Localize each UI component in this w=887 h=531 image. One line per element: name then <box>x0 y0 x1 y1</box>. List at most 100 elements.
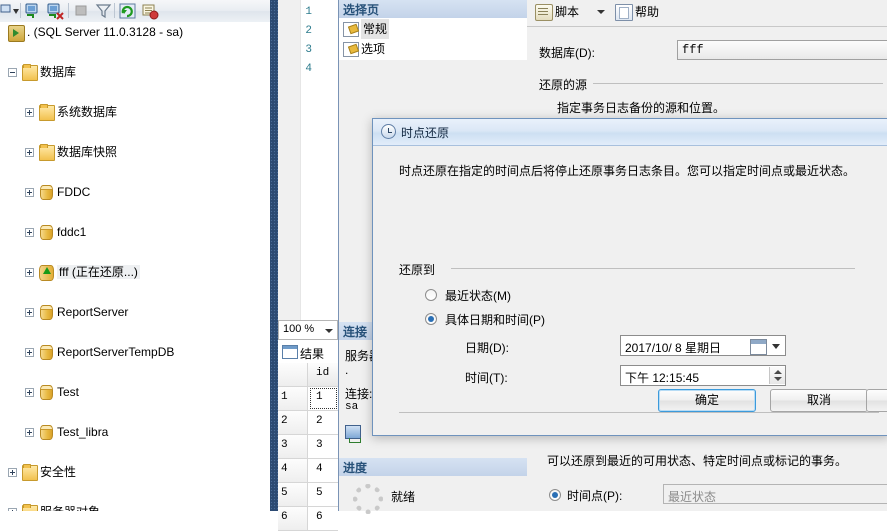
table-cell-id[interactable]: 6 <box>309 507 338 530</box>
disconnect-icon[interactable] <box>46 2 65 20</box>
chevron-down-icon[interactable] <box>772 344 780 349</box>
tree-node-label: 安全性 <box>40 465 77 479</box>
table-cell-id[interactable]: 3 <box>309 435 338 458</box>
vertical-splitter[interactable] <box>270 0 278 511</box>
page-icon <box>343 42 359 57</box>
table-cell-id[interactable]: 2 <box>309 411 338 434</box>
collapse-icon[interactable] <box>8 68 17 77</box>
database-icon <box>40 345 53 360</box>
script-button[interactable]: 脚本 <box>555 3 579 20</box>
table-row[interactable]: 22 <box>278 411 338 435</box>
tree-node[interactable]: Test_libra <box>0 422 270 442</box>
time-point-value: 最近状态 <box>663 484 887 504</box>
expand-icon[interactable] <box>25 428 34 437</box>
server-icon <box>8 25 25 42</box>
table-row[interactable]: 33 <box>278 435 338 459</box>
group-divider <box>593 83 883 84</box>
column-header-id[interactable]: id <box>309 363 338 386</box>
tree-node[interactable]: fddc1 <box>0 222 270 242</box>
expand-icon[interactable] <box>25 388 34 397</box>
expand-icon[interactable] <box>8 468 17 477</box>
row-number[interactable]: 6 <box>278 507 308 530</box>
filter-icon[interactable] <box>94 2 113 20</box>
dialog-title-bar[interactable]: 时点还原 <box>373 119 887 146</box>
row-number[interactable]: 3 <box>278 435 308 458</box>
row-number[interactable]: 2 <box>278 411 308 434</box>
row-number[interactable]: 4 <box>278 459 308 482</box>
tree-node[interactable]: ReportServer <box>0 302 270 322</box>
line-number: 2 <box>305 25 312 37</box>
footer-divider <box>399 412 879 413</box>
expand-icon[interactable] <box>25 108 34 117</box>
calendar-icon[interactable] <box>750 339 767 355</box>
object-explorer-toolbar <box>0 0 270 23</box>
grid-icon <box>282 345 298 359</box>
refresh-icon[interactable] <box>118 2 137 20</box>
chevron-down-icon[interactable] <box>597 10 605 14</box>
tab-results[interactable]: 结果 <box>278 341 338 363</box>
tree-node[interactable]: ReportServerTempDB <box>0 342 270 362</box>
tree-node[interactable]: 数据库 <box>0 62 270 82</box>
connect-dropdown-icon[interactable] <box>0 2 19 20</box>
page-item-options[interactable]: 选项 <box>343 39 385 59</box>
expand-icon[interactable] <box>25 188 34 197</box>
tree-node[interactable]: FDDC <box>0 182 270 202</box>
page-item-general[interactable]: 常规 <box>343 19 390 39</box>
source-group-label: 还原的源 <box>539 78 588 92</box>
date-picker[interactable]: 2017/10/ 8 星期日 <box>620 335 786 356</box>
cancel-button[interactable]: 取消 <box>770 389 868 412</box>
time-point-label: 时间点(P): <box>567 489 623 503</box>
row-number[interactable]: 5 <box>278 483 308 506</box>
tree-node[interactable]: Test <box>0 382 270 402</box>
table-cell-id[interactable]: 1 <box>309 387 338 410</box>
toolbar-separator <box>114 3 115 18</box>
group-divider <box>451 268 855 269</box>
spinner-up-icon[interactable] <box>774 370 782 374</box>
tree-node[interactable]: 系统数据库 <box>0 102 270 122</box>
radio-most-recent[interactable] <box>425 289 437 301</box>
point-in-time-restore-dialog: 时点还原 时点还原在指定的时间点后将停止还原事务日志条目。您可以指定时间点或最近… <box>372 118 887 436</box>
expand-icon[interactable] <box>25 348 34 357</box>
tree-node-server[interactable]: . (SQL Server 11.0.3128 - sa) <box>0 22 270 42</box>
tree-node[interactable]: fff (正在还原...) <box>0 262 270 282</box>
query-editor-panel[interactable]: 1 2 3 4 <box>278 0 338 320</box>
radio-specific-datetime[interactable] <box>425 313 437 325</box>
folder-icon <box>39 104 55 121</box>
time-picker[interactable]: 下午 12:15:45 <box>620 365 786 386</box>
editor-zoom-combo[interactable]: 100 % <box>278 320 338 340</box>
table-row[interactable]: 55 <box>278 483 338 507</box>
dialog-description: 时点还原在指定的时间点后将停止还原事务日志条目。您可以指定时间点或最近状态。 <box>399 164 856 178</box>
chevron-down-icon[interactable] <box>325 329 333 333</box>
expand-icon[interactable] <box>25 228 34 237</box>
select-page-list[interactable]: 常规 选项 <box>339 18 527 60</box>
spinner-down-icon[interactable] <box>774 377 782 381</box>
expand-icon[interactable] <box>25 308 34 317</box>
line-number: 4 <box>305 63 312 75</box>
help-button[interactable]: 帮助 <box>635 3 659 20</box>
time-spinner[interactable] <box>769 367 785 384</box>
database-icon <box>40 385 53 400</box>
expand-icon[interactable] <box>25 148 34 157</box>
expand-icon[interactable] <box>25 268 34 277</box>
table-row[interactable]: 11 <box>278 387 338 411</box>
ok-button[interactable]: 确定 <box>658 389 756 412</box>
background-dialog-button-clipped[interactable] <box>866 389 887 412</box>
object-explorer-tree[interactable]: . (SQL Server 11.0.3128 - sa) 数据库系统数据库数据… <box>0 22 270 511</box>
row-number[interactable]: 1 <box>278 387 308 410</box>
dialog-title: 时点还原 <box>401 126 450 140</box>
table-cell-id[interactable]: 4 <box>309 459 338 482</box>
script-icon[interactable] <box>140 2 159 20</box>
tree-node[interactable]: 数据库快照 <box>0 142 270 162</box>
database-input[interactable]: fff <box>677 40 887 60</box>
tree-node[interactable]: 安全性 <box>0 462 270 482</box>
script-icon[interactable] <box>535 4 553 21</box>
row-header-corner[interactable] <box>278 363 308 386</box>
connect-icon[interactable] <box>24 2 43 20</box>
tree-node-label: 数据库快照 <box>57 145 118 159</box>
radio-time-point[interactable] <box>549 489 561 501</box>
table-cell-id[interactable]: 5 <box>309 483 338 506</box>
server-label: . (SQL Server 11.0.3128 - sa) <box>27 25 184 39</box>
table-row[interactable]: 44 <box>278 459 338 483</box>
help-icon[interactable] <box>615 4 633 21</box>
tree-node[interactable]: 服务器对象 <box>0 502 270 511</box>
